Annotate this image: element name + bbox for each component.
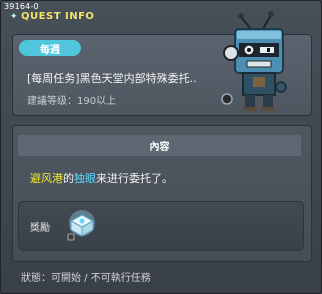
quest-status: 狀態：可開始 / 不可執行任務 [21,273,151,284]
quest-id: 39164-0 [4,2,39,11]
reward-chest-icon[interactable] [65,207,99,241]
window-title-text: QUEST INFO [21,11,95,22]
npc-portrait-icon [221,11,287,111]
quest-info-window: 39164-0 ✦ QUEST INFO 每週 [每周任务]黑色天堂内部特殊委托.… [0,0,322,294]
reward-box [18,201,304,251]
window-title: ✦ QUEST INFO [10,11,94,22]
weekly-badge: 每週 [19,40,81,56]
sparkle-icon: ✦ [10,12,19,22]
content-particle: 的 [63,172,74,185]
place-name: 避风港 [30,172,63,185]
quest-level: 建議等级：190以上 [27,96,117,107]
content-header: 內容 [18,135,301,156]
content-text: 避风港的独眼来进行委托了。 [30,170,173,186]
content-rest: 来进行委托了。 [96,172,173,185]
npc-name: 独眼 [74,172,96,185]
quest-name: [每周任务]黑色天堂内部特殊委托.. [27,72,197,85]
reward-label: 獎勵 [30,223,50,234]
